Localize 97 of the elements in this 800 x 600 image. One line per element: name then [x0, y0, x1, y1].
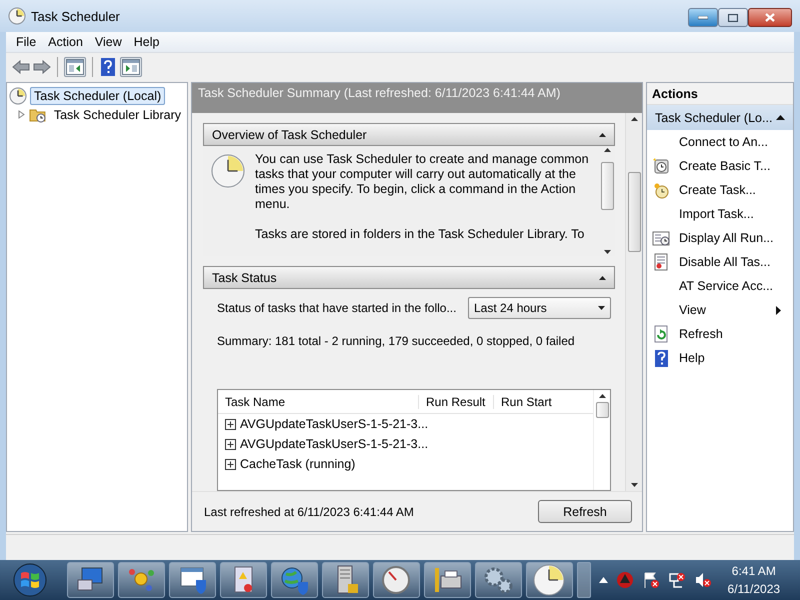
window-title: Task Scheduler [31, 8, 121, 24]
taskbar-button[interactable] [270, 562, 318, 598]
tree-item[interactable]: Task Scheduler Library [50, 106, 185, 124]
list-clock-icon [652, 229, 670, 247]
list-icon [652, 253, 670, 271]
taskbar-button[interactable] [66, 562, 114, 598]
help-icon [652, 349, 670, 367]
taskbar-clock[interactable]: 6:41 AM 6/11/2023 [728, 562, 780, 598]
actions-header: Actions [647, 83, 793, 105]
taskbar-button[interactable] [220, 562, 267, 598]
show-hidden-icons-arrow[interactable] [598, 577, 608, 583]
tree-item[interactable]: Task Scheduler (Local) [30, 86, 166, 104]
show-hide-actions-button[interactable] [120, 56, 142, 76]
expander-icon[interactable] [17, 110, 26, 119]
task-name[interactable]: AVGUpdateTaskUserS-1-5-21-3... [240, 437, 428, 451]
command-link[interactable]: Import Task... [647, 202, 793, 226]
clock-icon [211, 154, 245, 188]
refresh-button[interactable]: Refresh [538, 500, 632, 523]
expand-icon[interactable] [225, 418, 236, 430]
clock-icon [8, 7, 26, 25]
folder-clock-icon [28, 106, 47, 122]
back-arrow-icon[interactable] [12, 60, 30, 74]
collapse-caret-icon[interactable] [599, 276, 606, 280]
scrollbar-thumb[interactable] [596, 402, 608, 418]
overview-paragraph: Tasks are stored in folders in the Task Scheduler Library. To [255, 227, 586, 242]
section-header[interactable]: Overview of Task Scheduler [203, 123, 615, 146]
column-header[interactable]: Run Start [493, 394, 583, 408]
command-link[interactable]: View [647, 298, 793, 322]
command-link[interactable]: Create Basic T... [647, 154, 793, 178]
summary-text: Summary: 181 total - 2 running, 179 succeeded, 0 stopped, 0 failed [217, 334, 576, 348]
taskbar-button[interactable] [424, 562, 471, 598]
speaker-muted-icon[interactable] [694, 571, 712, 589]
maximize-button[interactable] [718, 8, 748, 27]
last-refreshed-text: Last refreshed at 6/11/2023 6:41:44 AM [204, 504, 414, 518]
command-link[interactable]: Create Task... [647, 178, 793, 202]
menu-item[interactable]: File [10, 35, 42, 49]
gauge-icon [380, 564, 412, 596]
period-dropdown[interactable]: Last 24 hours [468, 297, 611, 319]
collapse-caret-icon[interactable] [776, 115, 785, 120]
taskbar-button[interactable] [474, 562, 522, 598]
command-link[interactable]: Display All Run... [647, 226, 793, 250]
scrollbar-thumb[interactable] [628, 172, 640, 252]
column-header[interactable]: Task Name [218, 394, 418, 408]
network-error-icon[interactable] [668, 571, 686, 589]
section-title: Overview of Task Scheduler [212, 128, 367, 142]
command-link[interactable]: AT Service Acc... [647, 274, 793, 298]
menu-item[interactable]: Action [42, 35, 89, 49]
clock-icon [533, 564, 566, 596]
scrollbar[interactable] [599, 146, 615, 256]
taskbar-button[interactable] [372, 562, 420, 598]
taskbar-scroll[interactable] [576, 562, 591, 598]
minimize-button[interactable] [688, 8, 718, 27]
show-hide-tree-button[interactable] [64, 56, 86, 76]
menu-item[interactable]: Help [128, 35, 166, 49]
refresh-icon [652, 325, 670, 343]
status-label: Status of tasks that have started in the follo... [217, 301, 456, 315]
column-header[interactable]: Run Result [418, 394, 493, 408]
taskbar-button[interactable] [526, 562, 573, 598]
close-button[interactable] [748, 8, 792, 27]
scrollbar[interactable] [593, 390, 610, 490]
clock-icon [9, 86, 27, 104]
taskbar-button[interactable] [168, 562, 216, 598]
submenu-arrow-icon [776, 306, 781, 314]
command-link[interactable]: Help [647, 346, 793, 370]
expand-icon[interactable] [225, 458, 236, 470]
task-name[interactable]: CacheTask (running) [240, 457, 356, 471]
command-link[interactable]: Disable All Tas... [647, 250, 793, 274]
expand-icon[interactable] [225, 438, 236, 450]
taskbar-button[interactable] [322, 562, 369, 598]
clock-icon [652, 181, 670, 199]
section-title: Task Status [212, 270, 277, 284]
scroll-down-icon [604, 250, 610, 254]
task-name[interactable]: AVGUpdateTaskUserS-1-5-21-3... [240, 417, 428, 431]
command-link[interactable]: Refresh [647, 322, 793, 346]
command-link[interactable]: Connect to An... [647, 130, 793, 154]
alert-badge-icon[interactable] [616, 571, 634, 589]
scroll-up-icon [604, 148, 610, 152]
pane-header: Task Scheduler Summary (Last refreshed: 6/11/2023 6:41:44 AM) [192, 83, 642, 113]
scroll-up-icon [598, 394, 606, 398]
menu-item[interactable]: View [88, 35, 128, 49]
scroll-down-icon [630, 483, 638, 487]
forward-arrow-icon[interactable] [33, 60, 51, 74]
action-group-header[interactable]: Task Scheduler (Lo... [647, 105, 793, 130]
dropdown-caret-icon [598, 306, 605, 310]
collapse-caret-icon[interactable] [599, 132, 606, 136]
section-header[interactable]: Task Status [203, 266, 615, 289]
close-icon [765, 13, 775, 22]
maximize-icon [728, 14, 738, 22]
flag-error-icon[interactable] [642, 571, 660, 589]
scrollbar-thumb[interactable] [600, 162, 614, 210]
scroll-up-icon [630, 117, 638, 121]
minimize-icon [698, 16, 708, 20]
overview-paragraph: You can use Task Scheduler to create and manage common tasks that your computer will carry out automatically at the times you specify. To begin, click a command in the Action menu. [255, 152, 590, 212]
help-button[interactable] [99, 56, 117, 78]
clock-add-icon [652, 157, 670, 175]
scrollbar[interactable] [625, 113, 642, 491]
taskbar-button[interactable] [118, 562, 165, 598]
